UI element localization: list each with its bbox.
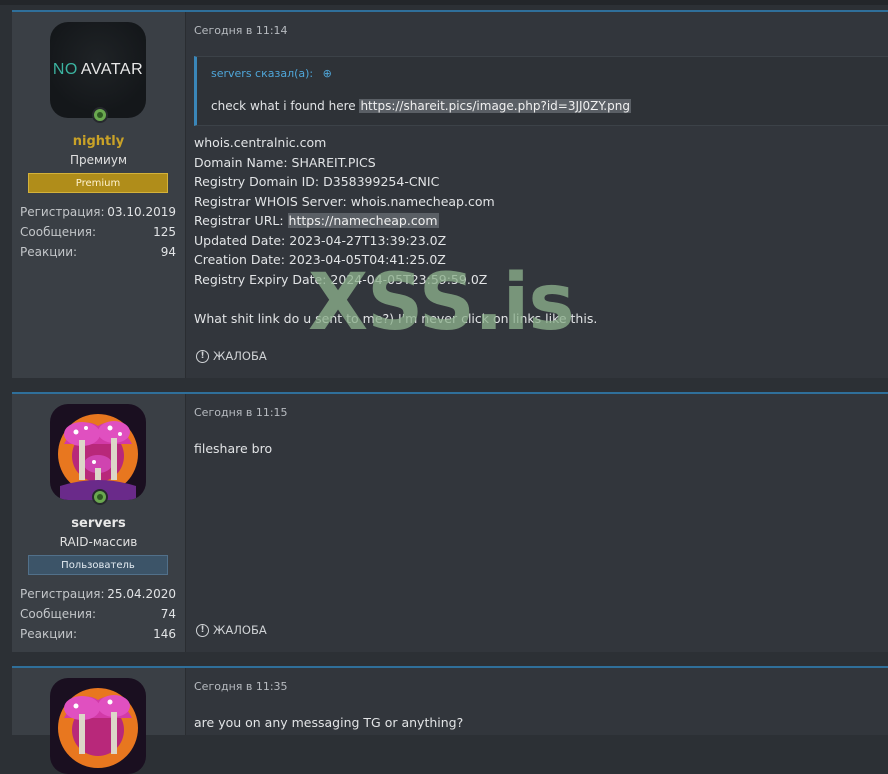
user-title: Премиум xyxy=(69,153,128,167)
stat-label: Реакции: xyxy=(20,245,78,259)
text-line: Registry Expiry Date: 2024-04-05T23:59:5… xyxy=(194,271,488,287)
quote-body: check what i found here xyxy=(211,99,360,113)
registrar-label: Registrar URL: xyxy=(194,213,288,228)
stat-value: 146 xyxy=(153,627,176,641)
post-3: Сегодня в 11:35 are you on any messaging… xyxy=(12,666,888,774)
text-line: What shit link do u sent to me?) I'm nev… xyxy=(194,310,598,326)
text-line: Registrar WHOIS Server: whois.namecheap.… xyxy=(194,193,495,209)
top-bar xyxy=(0,0,888,5)
online-status-icon xyxy=(92,489,108,505)
report-button[interactable]: ! ЖАЛОБА xyxy=(196,623,267,637)
user-panel xyxy=(12,668,186,774)
quote-link[interactable]: https://shareit.pics/image.php?id=3JJ0ZY… xyxy=(359,99,631,113)
post-date[interactable]: Сегодня в 11:35 xyxy=(194,680,288,693)
quote-header[interactable]: servers сказал(а): ⊕ xyxy=(211,67,332,80)
stat-value: 74 xyxy=(160,607,176,621)
stat-messages: Сообщения: 74 xyxy=(20,605,176,623)
arrow-up-icon[interactable]: ⊕ xyxy=(323,67,332,80)
mushroom-avatar-icon xyxy=(58,414,138,500)
post-1: NO AVATAR nightly Премиум Premium Регистр… xyxy=(12,10,888,378)
stat-value: 03.10.2019 xyxy=(107,205,176,219)
text-line: Registrar URL: https://namecheap.com xyxy=(194,211,597,231)
quote-author: servers сказал(а): xyxy=(211,67,314,80)
stat-label: Регистрация: xyxy=(20,205,105,219)
avatar[interactable] xyxy=(50,404,146,500)
username[interactable]: nightly xyxy=(12,134,185,149)
report-label: ЖАЛОБА xyxy=(213,349,267,363)
post-date[interactable]: Сегодня в 11:15 xyxy=(194,406,288,419)
avatar-no-text: NO xyxy=(52,61,78,78)
stat-registration: Регистрация: 25.04.2020 xyxy=(20,585,176,603)
avatar-text: AVATAR xyxy=(80,61,144,78)
text-line: Domain Name: SHAREIT.PICS xyxy=(194,154,376,170)
stat-reactions: Реакции: 94 xyxy=(20,243,176,261)
registrar-link[interactable]: https://namecheap.com xyxy=(287,213,439,228)
stat-value: 125 xyxy=(153,225,176,239)
user-title: RAID-массив xyxy=(59,535,138,549)
mushroom-avatar-icon xyxy=(58,688,138,768)
report-label: ЖАЛОБА xyxy=(213,623,267,637)
post-body: fileshare bro xyxy=(194,441,273,456)
text-line: Registry Domain ID: D358399254-CNIC xyxy=(194,174,440,189)
user-badge: Пользователь xyxy=(28,555,168,575)
text-line: Updated Date: 2023-04-27T13:39:23.0Z xyxy=(194,232,447,248)
username[interactable]: servers xyxy=(12,516,185,531)
warning-icon: ! xyxy=(196,623,209,637)
warning-icon: ! xyxy=(196,349,209,363)
quote-text: check what i found here https://shareit.… xyxy=(211,99,631,113)
blank-line: ​ xyxy=(194,289,597,309)
stat-label: Сообщения: xyxy=(20,225,97,239)
post-body: whois.centralnic.com Domain Name: SHAREIT… xyxy=(194,133,597,328)
text-line: whois.centralnic.com xyxy=(194,135,327,150)
stat-label: Реакции: xyxy=(20,627,78,641)
user-panel: NO AVATAR nightly Премиум Premium Регистр… xyxy=(12,12,186,378)
post-content: Сегодня в 11:15 fileshare bro ! ЖАЛОБА xyxy=(186,394,888,652)
post-2: servers RAID-массив Пользователь Регистр… xyxy=(12,392,888,652)
stat-reactions: Реакции: 146 xyxy=(20,625,176,643)
quote-block: servers сказал(а): ⊕ check what i found … xyxy=(194,56,888,126)
post-body: are you on any messaging TG or anything? xyxy=(194,715,464,730)
stat-messages: Сообщения: 125 xyxy=(20,223,176,241)
post-content: Сегодня в 11:35 are you on any messaging… xyxy=(186,668,888,735)
avatar[interactable] xyxy=(50,678,146,774)
avatar[interactable]: NO AVATAR xyxy=(50,22,146,118)
stat-value: 94 xyxy=(160,245,176,259)
premium-badge: Premium xyxy=(28,173,168,193)
stat-registration: Регистрация: 03.10.2019 xyxy=(20,203,176,221)
post-content: Сегодня в 11:14 servers сказал(а): ⊕ che… xyxy=(186,12,888,378)
online-status-icon xyxy=(92,107,108,123)
stat-label: Регистрация: xyxy=(20,587,105,601)
stat-value: 25.04.2020 xyxy=(107,587,176,601)
text-line: Creation Date: 2023-04-05T04:41:25.0Z xyxy=(194,252,446,267)
report-button[interactable]: ! ЖАЛОБА xyxy=(196,349,267,363)
stat-label: Сообщения: xyxy=(20,607,97,621)
user-panel: servers RAID-массив Пользователь Регистр… xyxy=(12,394,186,652)
post-date[interactable]: Сегодня в 11:14 xyxy=(194,24,288,37)
